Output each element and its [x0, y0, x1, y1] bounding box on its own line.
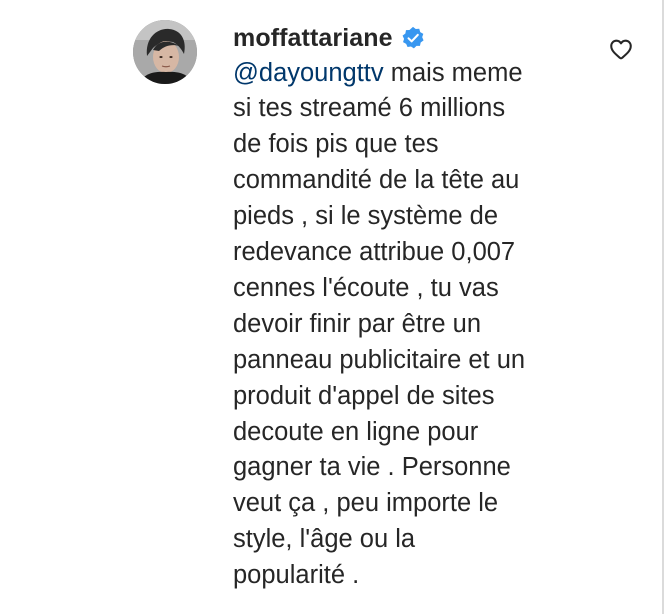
comment-line: popularité . — [233, 561, 360, 590]
like-button[interactable] — [608, 36, 634, 62]
comment-content: moffattariane @dayoungttv mais meme si te… — [233, 20, 593, 594]
username-link[interactable]: moffattariane — [233, 24, 393, 53]
comment-line: devoir finir par être un — [233, 309, 482, 338]
profile-photo-icon — [133, 20, 197, 84]
comment-line: redevance attribue 0,007 — [233, 238, 516, 267]
comment-line: produit d'appel de sites — [233, 381, 495, 410]
comment-line: cennes l'écoute , tu vas — [233, 273, 499, 302]
comment-text: @dayoungttv mais meme si tes streamé 6 mi… — [233, 56, 593, 595]
comment-line: de fois pis que tes — [233, 130, 439, 159]
comment-line: si tes streamé 6 millions — [233, 94, 506, 123]
heart-outline-icon — [610, 39, 632, 60]
comment-line: gagner ta vie . Personne — [233, 453, 511, 482]
comment: moffattariane @dayoungttv mais meme si te… — [0, 0, 664, 614]
comment-line: mais meme — [383, 58, 523, 87]
comment-line: veut ça , peu importe le — [233, 489, 499, 518]
comment-header: moffattariane — [233, 20, 593, 56]
comment-line: decoute en ligne pour — [233, 417, 479, 446]
mention-link[interactable]: @dayoungttv — [233, 59, 384, 87]
comment-line: pieds , si le système de — [233, 202, 499, 231]
comment-line: panneau publicitaire et un — [233, 345, 526, 374]
comment-line: style, l'âge ou la — [233, 525, 416, 554]
comment-line: commandité de la tête au — [233, 166, 520, 195]
avatar[interactable] — [133, 20, 197, 84]
verified-badge-icon — [401, 26, 425, 50]
